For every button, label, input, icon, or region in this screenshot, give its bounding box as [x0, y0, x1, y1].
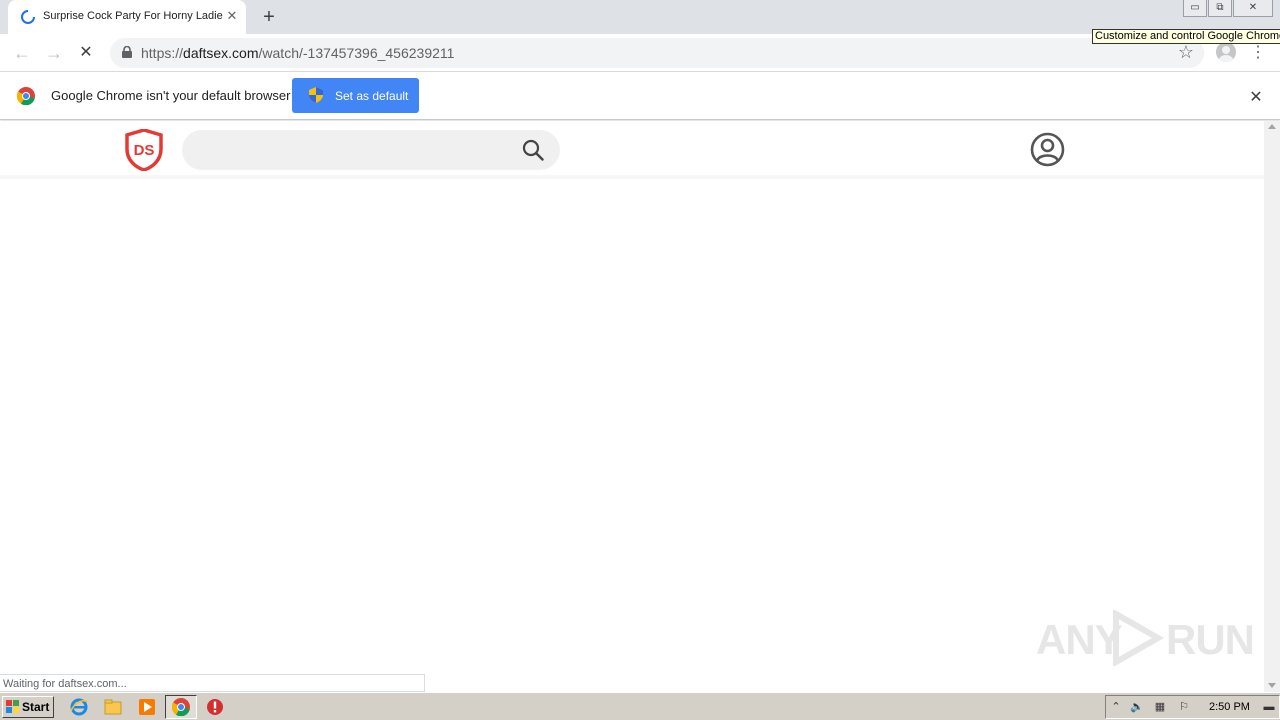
lock-icon [122, 46, 132, 58]
taskbar-chrome-button[interactable] [165, 695, 197, 719]
windows-flag-icon [6, 700, 19, 713]
watermark-right-text: RUN [1166, 616, 1255, 663]
loading-spinner-icon [21, 10, 35, 24]
tray-expand-icon[interactable]: ⌃ [1109, 700, 1123, 714]
scroll-up-arrow-icon[interactable] [1268, 124, 1276, 129]
url-path: /watch/-137457396_456239211 [258, 45, 455, 61]
watermark-play-icon [1113, 610, 1164, 666]
address-bar[interactable]: https://daftsex.com/watch/-137457396_456… [110, 38, 1204, 68]
show-desktop-icon[interactable]: ▬ [1261, 700, 1277, 714]
menu-tooltip: Customize and control Google Chrome [1092, 29, 1280, 44]
tab-strip: Surprise Cock Party For Horny Ladie ✕ + … [0, 0, 1280, 34]
chrome-taskbar-icon [172, 698, 190, 716]
page-scrollbar[interactable] [1264, 121, 1280, 692]
infobar-message: Google Chrome isn't your default browser [51, 88, 291, 103]
browser-toolbar: ← → ✕ https://daftsex.com/watch/-1374573… [0, 34, 1280, 72]
infobar-close-icon[interactable]: ✕ [1248, 87, 1264, 106]
search-icon[interactable] [522, 139, 544, 161]
url-host: daftsex.com [183, 45, 259, 61]
logo-text: DS [134, 142, 155, 159]
action-center-flag-icon[interactable]: ⚐ [1177, 700, 1191, 714]
internet-explorer-icon[interactable] [69, 697, 89, 717]
chrome-logo-icon [17, 87, 35, 105]
windows-taskbar: Start ⌃ 🔈 ▦ ⚐ 2:50 PM ▬ [0, 692, 1280, 720]
clock[interactable]: 2:50 PM [1209, 701, 1250, 713]
window-close-button[interactable]: ✕ [1233, 0, 1273, 17]
restore-button[interactable]: ⧉ [1208, 0, 1232, 17]
start-label: Start [22, 700, 50, 714]
forward-button[interactable]: → [42, 41, 66, 65]
scroll-down-arrow-icon[interactable] [1268, 683, 1276, 688]
set-as-default-button[interactable]: Set as default [292, 78, 419, 113]
opera-stop-icon[interactable] [205, 697, 225, 717]
site-header: DS [0, 121, 1264, 179]
minimize-button[interactable]: ▭ [1183, 0, 1207, 17]
status-bubble: Waiting for daftsex.com... [0, 674, 425, 692]
site-search-input[interactable] [182, 130, 560, 170]
set-as-default-label: Set as default [335, 89, 409, 103]
site-logo-shield-icon[interactable]: DS [125, 129, 163, 171]
user-account-icon[interactable] [1030, 132, 1065, 167]
url-text: https://daftsex.com/watch/-137457396_456… [141, 45, 454, 61]
tab-title: Surprise Cock Party For Horny Ladie [43, 10, 223, 22]
bookmark-star-icon[interactable]: ☆ [1178, 42, 1194, 63]
browser-tab[interactable]: Surprise Cock Party For Horny Ladie ✕ [8, 0, 246, 34]
profile-avatar-icon[interactable] [1216, 42, 1236, 62]
uac-shield-icon [309, 87, 323, 103]
tab-close-icon[interactable]: ✕ [224, 8, 240, 24]
stop-loading-button[interactable]: ✕ [74, 41, 98, 65]
new-tab-button[interactable]: + [258, 6, 280, 28]
system-tray: ⌃ 🔈 ▦ ⚐ 2:50 PM ▬ [1105, 695, 1280, 719]
default-browser-infobar: Google Chrome isn't your default browser… [0, 72, 1280, 120]
url-scheme: https:// [141, 45, 184, 61]
volume-icon[interactable]: 🔈 [1130, 700, 1144, 714]
anyrun-watermark: ANY RUN [1036, 606, 1255, 670]
start-button[interactable]: Start [2, 696, 54, 718]
network-icon[interactable]: ▦ [1153, 700, 1167, 714]
back-button[interactable]: ← [10, 41, 34, 65]
media-player-icon[interactable] [137, 697, 157, 717]
file-explorer-icon[interactable] [103, 697, 123, 717]
